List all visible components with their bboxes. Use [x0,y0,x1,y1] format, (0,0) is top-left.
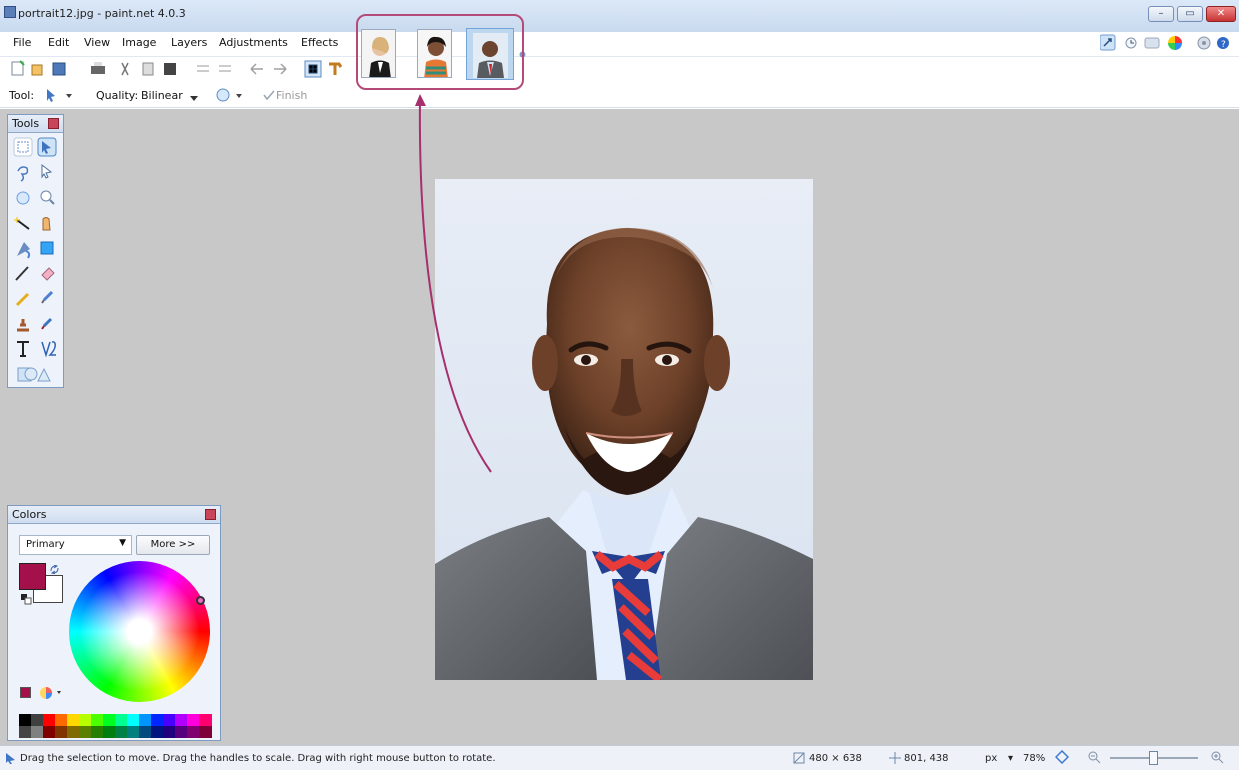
units-dropdown-icon[interactable]: ▾ [1008,753,1013,764]
paintnet-app-icon [4,6,16,18]
quality-label: Quality: [96,89,139,102]
menu-view[interactable]: View [84,36,110,49]
svg-text:?: ? [1221,40,1226,50]
more-colors-button[interactable]: More >> [136,535,210,555]
image-size-icon [792,751,806,765]
image-size: 480 × 638 [809,753,862,764]
palette-swatches[interactable] [19,714,212,738]
window-title: portrait12.jpg - paint.net 4.0.3 [18,7,186,20]
swap-colors-icon[interactable] [50,564,59,575]
colors-panel-title: Colors [8,506,220,524]
minimize-button[interactable]: – [1148,6,1174,22]
primary-color-swatch[interactable] [19,563,46,590]
check-icon [263,89,275,101]
image-thumbnail-3[interactable] [466,28,514,80]
menu-file[interactable]: File [13,36,31,49]
cursor-position: 801, 438 [904,753,949,764]
color-wheel[interactable] [69,561,210,702]
menu-adjustments[interactable]: Adjustments [219,36,288,49]
color-wheel-handle[interactable] [196,596,205,605]
zoom-fit-icon[interactable] [1054,749,1070,765]
tools-grid[interactable] [8,137,65,387]
close-window-button[interactable]: ✕ [1206,6,1236,22]
palette-color-button[interactable] [20,687,31,698]
finish-button[interactable]: Finish [276,89,307,102]
image-thumbnail-1[interactable] [361,29,396,78]
zoom-slider-thumb[interactable] [1149,751,1158,765]
tool-options-bar [0,84,1239,108]
quality-select[interactable]: Bilinear [141,89,183,102]
tool-selector[interactable] [45,86,75,104]
menu-image[interactable]: Image [122,36,156,49]
zoom-in-icon[interactable] [1210,750,1224,764]
toolbar-icons [11,60,351,78]
title-bar [0,0,1239,32]
colors-panel: Colors Primary ▼ More >> [7,505,221,741]
annotation-arrow [412,94,494,476]
palette-menu-icon[interactable] [39,686,63,700]
tools-panel: Tools [7,114,64,388]
menu-layers[interactable]: Layers [171,36,207,49]
menu-edit[interactable]: Edit [48,36,69,49]
color-mode-select[interactable]: Primary ▼ [19,535,132,555]
thumbnail-scroll-dot [519,48,526,58]
zoom-out-icon[interactable] [1087,750,1101,764]
image-thumbnail-2[interactable] [417,29,452,78]
units-select[interactable]: px [985,753,997,764]
color-mode-value: Primary [26,539,65,550]
move-selection-icon [5,752,18,764]
close-tools-panel-icon[interactable] [48,118,59,129]
zoom-level[interactable]: 78% [1023,753,1045,764]
menu-effects[interactable]: Effects [301,36,338,49]
reset-colors-icon[interactable] [21,594,32,605]
cursor-position-icon [888,751,902,765]
close-colors-panel-icon[interactable] [205,509,216,520]
utility-icons: ? [1099,34,1230,52]
tool-label: Tool: [9,89,35,102]
maximize-button[interactable]: ▭ [1177,6,1203,22]
antialiasing-toggle[interactable] [215,86,248,104]
chevron-down-icon[interactable] [190,92,198,101]
status-hint: Drag the selection to move. Drag the han… [20,753,496,764]
chevron-down-icon: ▼ [119,538,126,548]
